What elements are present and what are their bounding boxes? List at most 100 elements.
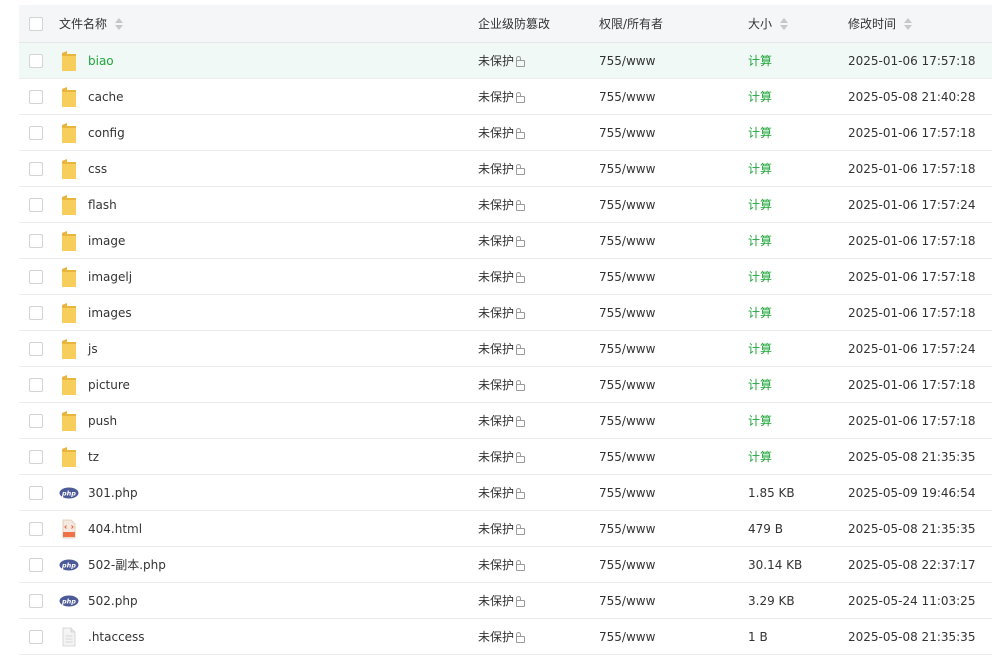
generic-file-icon[interactable] [59, 626, 79, 648]
folder-icon[interactable] [59, 194, 79, 216]
protect-status[interactable]: 未保护 [478, 520, 514, 537]
table-row[interactable]: tz 未保护 755/www 计算 2025-05-08 21:35:35 [19, 439, 992, 475]
lock-icon[interactable] [516, 596, 526, 607]
protect-status[interactable]: 未保护 [478, 124, 514, 141]
calculate-size-link[interactable]: 计算 [748, 232, 772, 249]
row-checkbox[interactable] [29, 269, 43, 284]
table-row[interactable]: .htaccess 未保护 755/www 1 B 2025-05-08 21:… [19, 619, 992, 655]
header-size[interactable]: 大小 [748, 5, 789, 42]
table-row[interactable]: flash 未保护 755/www 计算 2025-01-06 17:57:24 [19, 187, 992, 223]
calculate-size-link[interactable]: 计算 [748, 412, 772, 429]
permission-owner[interactable]: 755/www [599, 306, 655, 320]
row-checkbox[interactable] [29, 161, 43, 176]
table-row[interactable]: php 502.php 未保护 755/www 3.29 KB 2025-05-… [19, 583, 992, 619]
permission-owner[interactable]: 755/www [599, 162, 655, 176]
folder-icon[interactable] [59, 158, 79, 180]
permission-owner[interactable]: 755/www [599, 558, 655, 572]
permission-owner[interactable]: 755/www [599, 630, 655, 644]
folder-icon[interactable] [59, 338, 79, 360]
lock-icon[interactable] [516, 236, 526, 247]
file-name[interactable]: .htaccess [88, 630, 145, 644]
calculate-size-link[interactable]: 计算 [748, 196, 772, 213]
php-file-icon[interactable]: php [59, 554, 79, 576]
php-file-icon[interactable]: php [59, 590, 79, 612]
file-name[interactable]: 502.php [88, 594, 138, 608]
html-file-icon[interactable] [59, 518, 79, 540]
table-row[interactable]: push 未保护 755/www 计算 2025-01-06 17:57:18 [19, 403, 992, 439]
protect-status[interactable]: 未保护 [478, 304, 514, 321]
calculate-size-link[interactable]: 计算 [748, 52, 772, 69]
lock-icon[interactable] [516, 560, 526, 571]
folder-icon[interactable] [59, 50, 79, 72]
file-name[interactable]: push [88, 414, 117, 428]
lock-icon[interactable] [516, 344, 526, 355]
permission-owner[interactable]: 755/www [599, 198, 655, 212]
protect-status[interactable]: 未保护 [478, 196, 514, 213]
protect-status[interactable]: 未保护 [478, 376, 514, 393]
file-name[interactable]: js [88, 342, 98, 356]
protect-status[interactable]: 未保护 [478, 484, 514, 501]
lock-icon[interactable] [516, 272, 526, 283]
permission-owner[interactable]: 755/www [599, 90, 655, 104]
php-file-icon[interactable]: php [59, 482, 79, 504]
permission-owner[interactable]: 755/www [599, 594, 655, 608]
protect-status[interactable]: 未保护 [478, 448, 514, 465]
folder-icon[interactable] [59, 374, 79, 396]
table-row[interactable]: js 未保护 755/www 计算 2025-01-06 17:57:24 [19, 331, 992, 367]
row-checkbox[interactable] [29, 557, 43, 572]
protect-status[interactable]: 未保护 [478, 592, 514, 609]
row-checkbox[interactable] [29, 233, 43, 248]
lock-icon[interactable] [516, 452, 526, 463]
lock-icon[interactable] [516, 524, 526, 535]
permission-owner[interactable]: 755/www [599, 126, 655, 140]
table-row[interactable]: images 未保护 755/www 计算 2025-01-06 17:57:1… [19, 295, 992, 331]
lock-icon[interactable] [516, 92, 526, 103]
table-row[interactable]: css 未保护 755/www 计算 2025-01-06 17:57:18 [19, 151, 992, 187]
calculate-size-link[interactable]: 计算 [748, 340, 772, 357]
protect-status[interactable]: 未保护 [478, 88, 514, 105]
file-name[interactable]: 502-副本.php [88, 556, 166, 573]
file-name[interactable]: flash [88, 198, 117, 212]
folder-icon[interactable] [59, 230, 79, 252]
row-checkbox[interactable] [29, 521, 43, 536]
file-name[interactable]: css [88, 162, 107, 176]
file-name[interactable]: 404.html [88, 522, 142, 536]
row-checkbox[interactable] [29, 305, 43, 320]
lock-icon[interactable] [516, 128, 526, 139]
row-checkbox[interactable] [29, 125, 43, 140]
calculate-size-link[interactable]: 计算 [748, 376, 772, 393]
protect-status[interactable]: 未保护 [478, 556, 514, 573]
file-name[interactable]: tz [88, 450, 99, 464]
permission-owner[interactable]: 755/www [599, 450, 655, 464]
calculate-size-link[interactable]: 计算 [748, 124, 772, 141]
file-name[interactable]: picture [88, 378, 130, 392]
permission-owner[interactable]: 755/www [599, 342, 655, 356]
row-checkbox[interactable] [29, 485, 43, 500]
lock-icon[interactable] [516, 632, 526, 643]
file-name[interactable]: 301.php [88, 486, 138, 500]
table-row[interactable]: php 502-副本.php 未保护 755/www 30.14 KB 2025… [19, 547, 992, 583]
row-checkbox[interactable] [29, 341, 43, 356]
row-checkbox[interactable] [29, 377, 43, 392]
row-checkbox[interactable] [29, 197, 43, 212]
row-checkbox[interactable] [29, 89, 43, 104]
permission-owner[interactable]: 755/www [599, 54, 655, 68]
file-name[interactable]: config [88, 126, 125, 140]
row-checkbox[interactable] [29, 629, 43, 644]
sort-icon[interactable] [780, 17, 789, 30]
permission-owner[interactable]: 755/www [599, 378, 655, 392]
folder-icon[interactable] [59, 410, 79, 432]
table-row[interactable]: image 未保护 755/www 计算 2025-01-06 17:57:18 [19, 223, 992, 259]
table-row[interactable]: php 301.php 未保护 755/www 1.85 KB 2025-05-… [19, 475, 992, 511]
calculate-size-link[interactable]: 计算 [748, 304, 772, 321]
sort-icon[interactable] [904, 17, 913, 30]
sort-icon[interactable] [115, 17, 124, 30]
folder-icon[interactable] [59, 86, 79, 108]
permission-owner[interactable]: 755/www [599, 270, 655, 284]
select-all-checkbox[interactable] [29, 16, 43, 31]
file-name[interactable]: images [88, 306, 132, 320]
table-row[interactable]: biao 未保护 755/www 计算 2025-01-06 17:57:18 [19, 43, 992, 79]
permission-owner[interactable]: 755/www [599, 234, 655, 248]
lock-icon[interactable] [516, 56, 526, 67]
protect-status[interactable]: 未保护 [478, 340, 514, 357]
